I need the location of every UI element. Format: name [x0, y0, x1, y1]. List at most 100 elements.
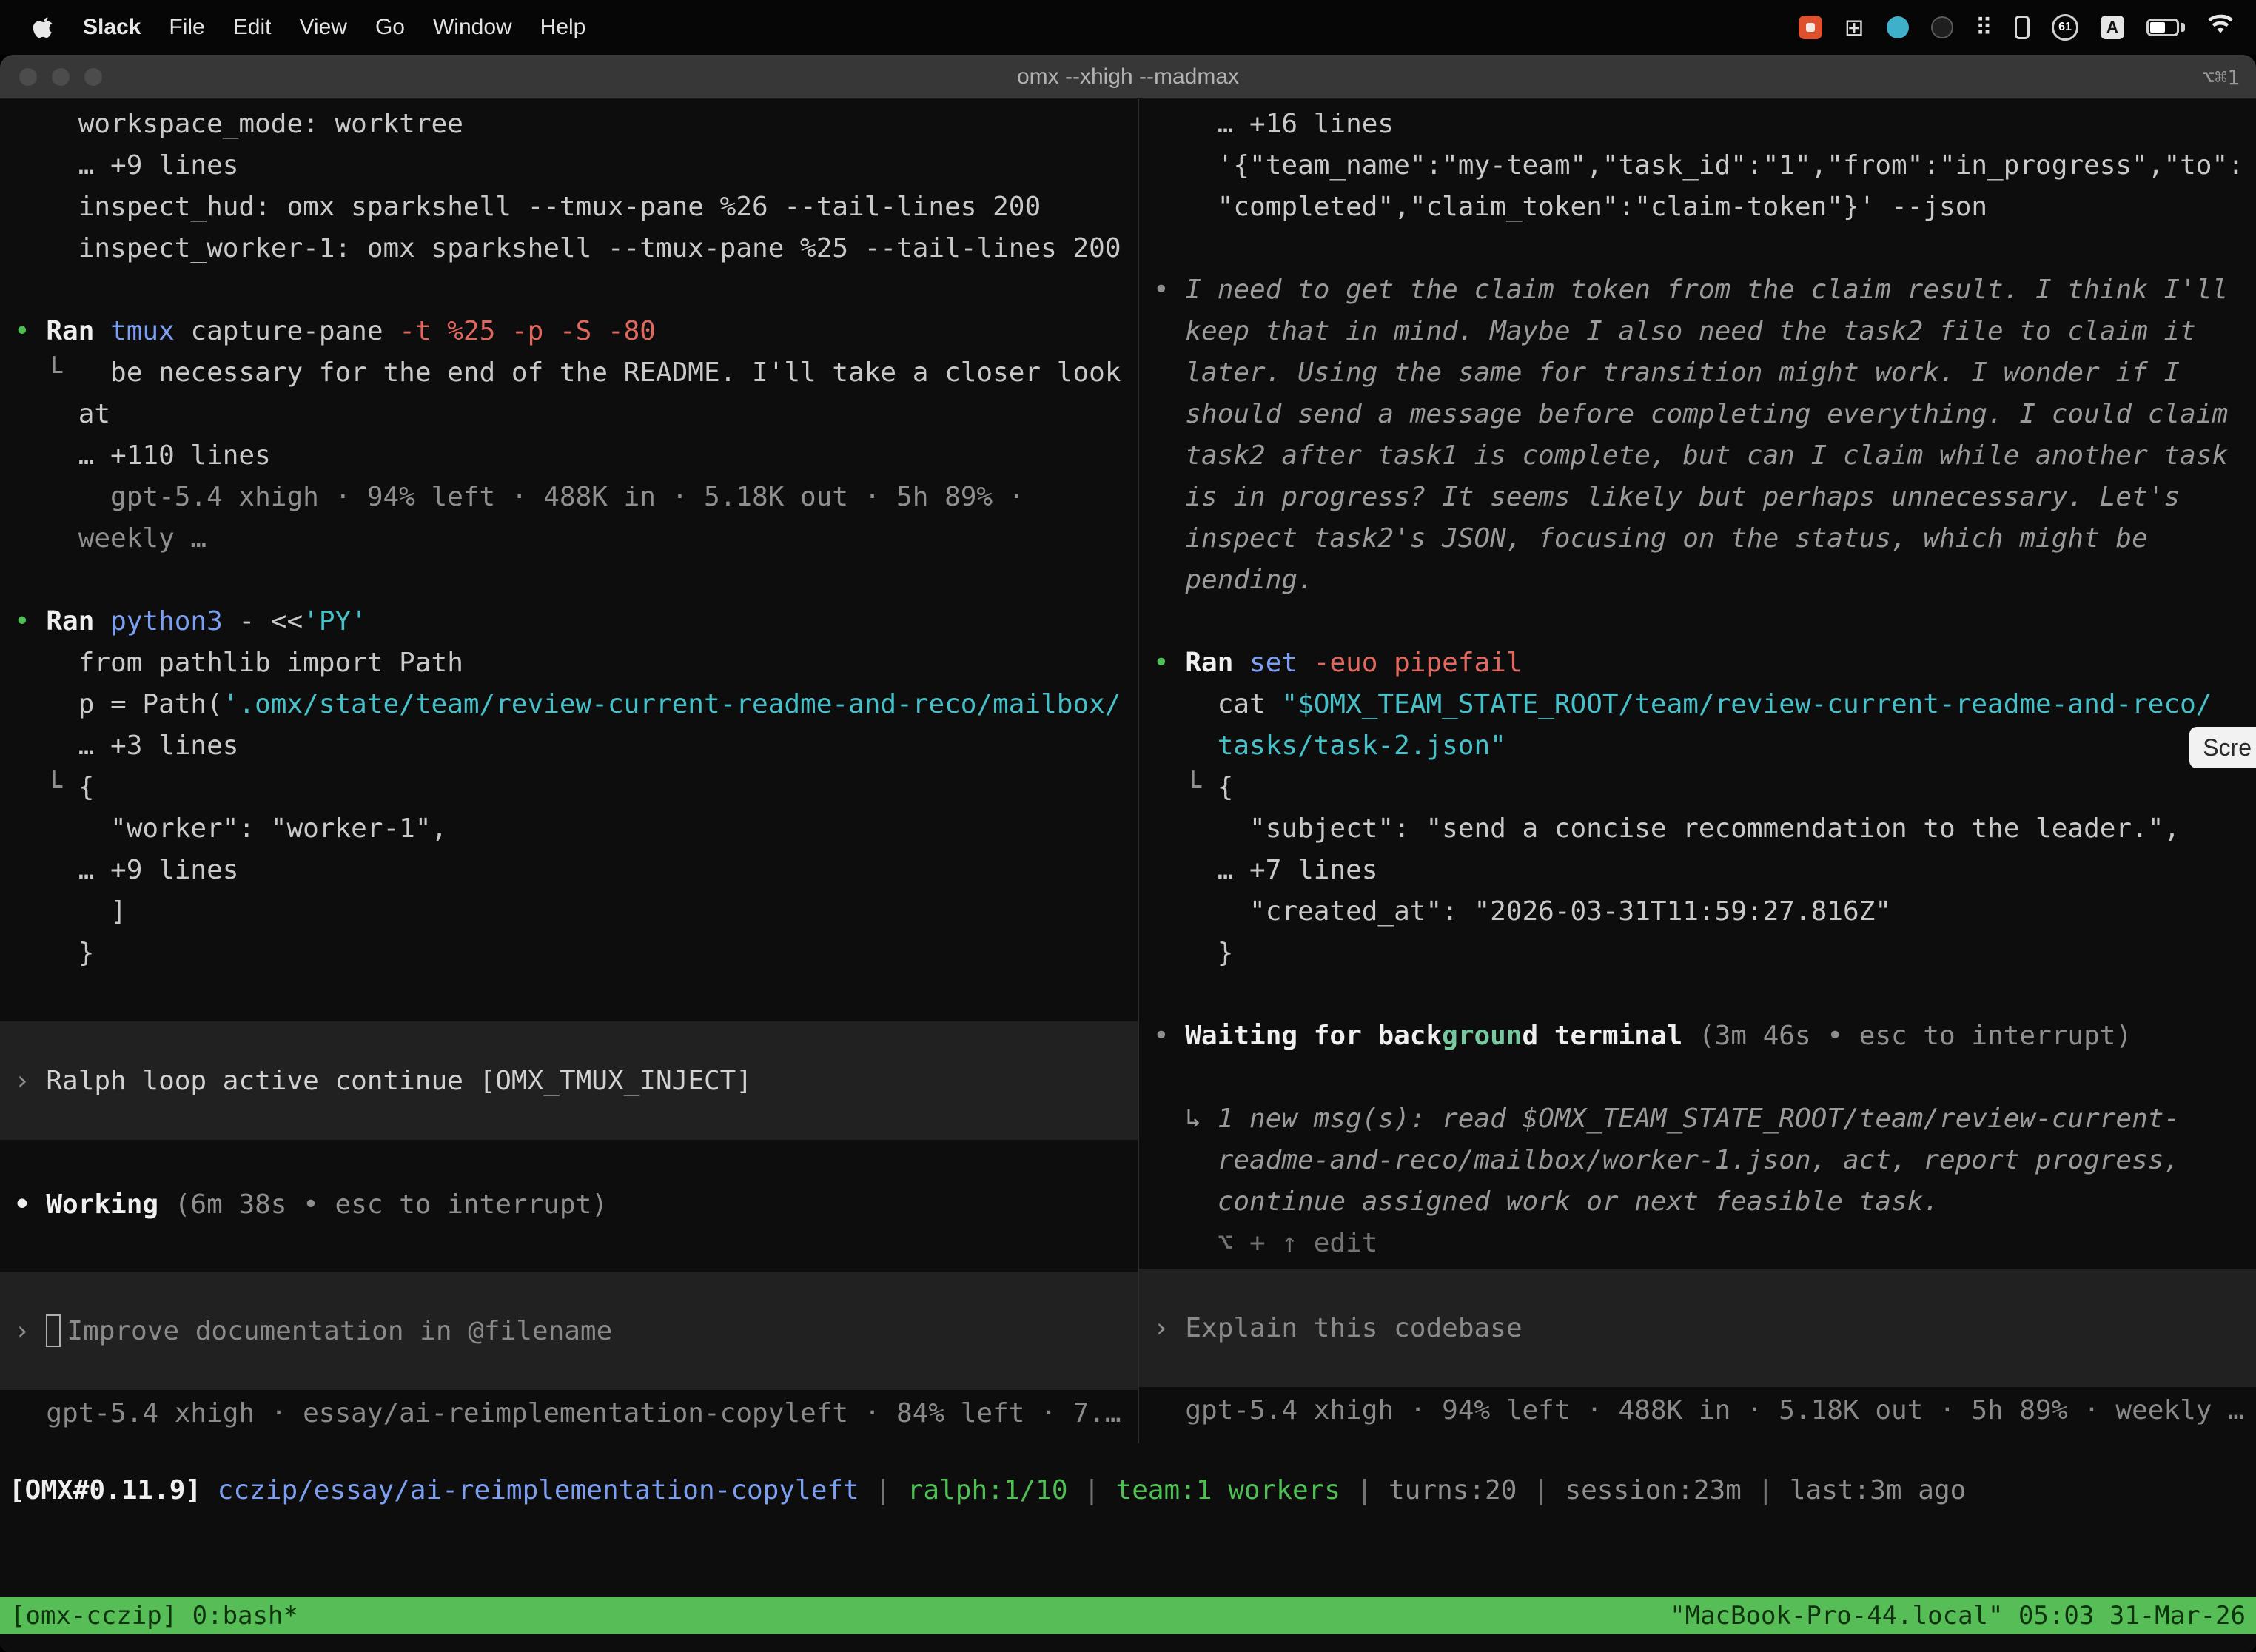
terminal-line: weekly …	[0, 518, 1138, 560]
terminal-line: task2 after task1 is complete, but can I…	[1139, 435, 2256, 477]
terminal-line	[1139, 601, 2256, 642]
terminal-line: at	[0, 394, 1138, 435]
terminal-line: • Ran python3 - <<'PY'	[0, 601, 1138, 642]
tmux-status-bar: [omx-cczip] 0:bash* "MacBook-Pro-44.loca…	[0, 1597, 2256, 1634]
left-input-box[interactable]: › Improve documentation in @filename	[0, 1272, 1138, 1390]
dark-app-icon[interactable]	[1931, 16, 1953, 38]
right-pane[interactable]: … +16 lines '{"team_name":"my-team","tas…	[1139, 99, 2256, 1443]
terminal-line	[1139, 228, 2256, 269]
terminal-line	[0, 269, 1138, 311]
terminal-line: tasks/task-2.json"	[1139, 725, 2256, 767]
menu-view[interactable]: View	[299, 15, 346, 40]
menu-go[interactable]: Go	[375, 15, 405, 40]
working-status-line: • Working (6m 38s • esc to interrupt)	[0, 1184, 1138, 1226]
terminal-line: ↳ 1 new msg(s): read $OMX_TEAM_STATE_ROO…	[1139, 1098, 2256, 1140]
screen-overlay-tooltip: Scre	[2189, 727, 2256, 768]
battery-icon[interactable]	[2146, 19, 2185, 36]
terminal-line	[1139, 1057, 2256, 1098]
terminal-line: pending.	[1139, 560, 2256, 601]
terminal-line: … +110 lines	[0, 435, 1138, 477]
terminal-line: • Ran set -euo pipefail	[1139, 642, 2256, 684]
menu-app-name[interactable]: Slack	[83, 15, 141, 40]
window-grid-icon[interactable]	[1844, 16, 1864, 39]
terminal-line: └ be necessary for the end of the README…	[0, 352, 1138, 394]
screen-recording-indicator-icon[interactable]	[1799, 16, 1822, 39]
zoom-button[interactable]	[84, 68, 102, 86]
terminal-line: }	[1139, 933, 2256, 974]
terminal-line: p = Path('.omx/state/team/review-current…	[0, 684, 1138, 725]
terminal-line: inspect_hud: omx sparkshell --tmux-pane …	[0, 187, 1138, 228]
terminal-line	[1139, 974, 2256, 1015]
terminal-line: └ {	[0, 767, 1138, 808]
terminal-line: … +3 lines	[0, 725, 1138, 767]
menu-bar: Slack File Edit View Go Window Help 61 A	[0, 0, 2256, 55]
window-titlebar[interactable]: omx --xhigh --madmax ⌥⌘1	[0, 55, 2256, 99]
terminal-line: … +9 lines	[0, 850, 1138, 891]
menu-window[interactable]: Window	[433, 15, 512, 40]
menu-bar-status-icons: 61 A	[1799, 14, 2234, 41]
prompt-chevron: ›	[14, 1066, 46, 1096]
terminal-line: inspect_worker-1: omx sparkshell --tmux-…	[0, 228, 1138, 269]
terminal-window: omx --xhigh --madmax ⌥⌘1 workspace_mode:…	[0, 55, 2256, 1652]
terminal-line: … +7 lines	[1139, 850, 2256, 891]
terminal-line: cat "$OMX_TEAM_STATE_ROOT/team/review-cu…	[1139, 684, 2256, 725]
battery-fill	[2150, 22, 2165, 33]
terminal-line: continue assigned work or next feasible …	[1139, 1181, 2256, 1223]
terminal-line: ]	[0, 891, 1138, 933]
menu-edit[interactable]: Edit	[233, 15, 272, 40]
omx-status-bar: [OMX#0.11.9] cczip/essay/ai-reimplementa…	[0, 1470, 2256, 1511]
input-placeholder: Explain this codebase	[1185, 1313, 1522, 1343]
terminal-line: … +16 lines	[1139, 104, 2256, 145]
terminal-line: "worker": "worker-1",	[0, 808, 1138, 850]
tmux-host-clock: "MacBook-Pro-44.local" 05:03 31-Mar-26	[1670, 1601, 2246, 1631]
terminal-line: should send a message before completing …	[1139, 394, 2256, 435]
left-terminal-output: workspace_mode: worktree … +9 lines insp…	[0, 104, 1138, 974]
input-placeholder: Improve documentation in @filename	[67, 1316, 612, 1346]
menu-help[interactable]: Help	[540, 15, 586, 40]
terminal-line: inspect task2's JSON, focusing on the st…	[1139, 518, 2256, 560]
right-terminal-output: … +16 lines '{"team_name":"my-team","tas…	[1139, 104, 2256, 1264]
terminal-line: gpt-5.4 xhigh · 94% left · 488K in · 5.1…	[0, 477, 1138, 518]
wifi-icon[interactable]	[2207, 14, 2234, 41]
battery-body	[2146, 19, 2179, 36]
phone-icon[interactable]	[2015, 16, 2030, 39]
menu-file[interactable]: File	[169, 15, 204, 40]
inject-text: Ralph loop active continue [OMX_TMUX_INJ…	[46, 1066, 752, 1096]
terminal-line: ⌥ + ↑ edit	[1139, 1223, 2256, 1264]
right-input-box[interactable]: › Explain this codebase	[1139, 1269, 2256, 1387]
record-dot-icon	[1806, 23, 1815, 32]
traffic-lights	[19, 55, 102, 99]
menu-items: File Edit View Go Window Help	[169, 15, 585, 40]
terminal-line: • I need to get the claim token from the…	[1139, 269, 2256, 311]
left-pane-status-line: gpt-5.4 xhigh · essay/ai-reimplementatio…	[0, 1393, 1138, 1434]
minimize-button[interactable]	[52, 68, 70, 86]
teal-app-icon[interactable]	[1887, 16, 1909, 38]
tmux-panes: workspace_mode: worktree … +9 lines insp…	[0, 99, 2256, 1443]
tmux-session-info: [omx-cczip] 0:bash*	[10, 1601, 298, 1631]
terminal-line	[0, 560, 1138, 601]
text-cursor	[46, 1314, 61, 1347]
window-shortcut-hint: ⌥⌘1	[2202, 55, 2240, 99]
terminal-line: }	[0, 933, 1138, 974]
close-button[interactable]	[19, 68, 37, 86]
terminal-line: "subject": "send a concise recommendatio…	[1139, 808, 2256, 850]
left-pane[interactable]: workspace_mode: worktree … +9 lines insp…	[0, 99, 1139, 1443]
left-inject-row[interactable]: › Ralph loop active continue [OMX_TMUX_I…	[0, 1021, 1138, 1140]
terminal-line: '{"team_name":"my-team","task_id":"1","f…	[1139, 145, 2256, 187]
screen: Slack File Edit View Go Window Help 61 A	[0, 0, 2256, 1652]
terminal-line: "completed","claim_token":"claim-token"}…	[1139, 187, 2256, 228]
terminal-line: • Ran tmux capture-pane -t %25 -p -S -80	[0, 311, 1138, 352]
terminal-line: workspace_mode: worktree	[0, 104, 1138, 145]
input-source-icon[interactable]: A	[2101, 16, 2124, 39]
window-title: omx --xhigh --madmax	[0, 64, 2256, 90]
terminal-line: keep that in mind. Maybe I also need the…	[1139, 311, 2256, 352]
dots-grid-icon[interactable]	[1975, 16, 1993, 39]
battery-tip	[2181, 23, 2185, 32]
terminal-line: is in progress? It seems likely but perh…	[1139, 477, 2256, 518]
terminal-line: … +9 lines	[0, 145, 1138, 187]
battery-gauge-icon[interactable]: 61	[2052, 14, 2078, 41]
terminal-line: "created_at": "2026-03-31T11:59:27.816Z"	[1139, 891, 2256, 933]
apple-menu-icon[interactable]	[33, 16, 55, 38]
terminal-line: └ {	[1139, 767, 2256, 808]
terminal-line: from pathlib import Path	[0, 642, 1138, 684]
